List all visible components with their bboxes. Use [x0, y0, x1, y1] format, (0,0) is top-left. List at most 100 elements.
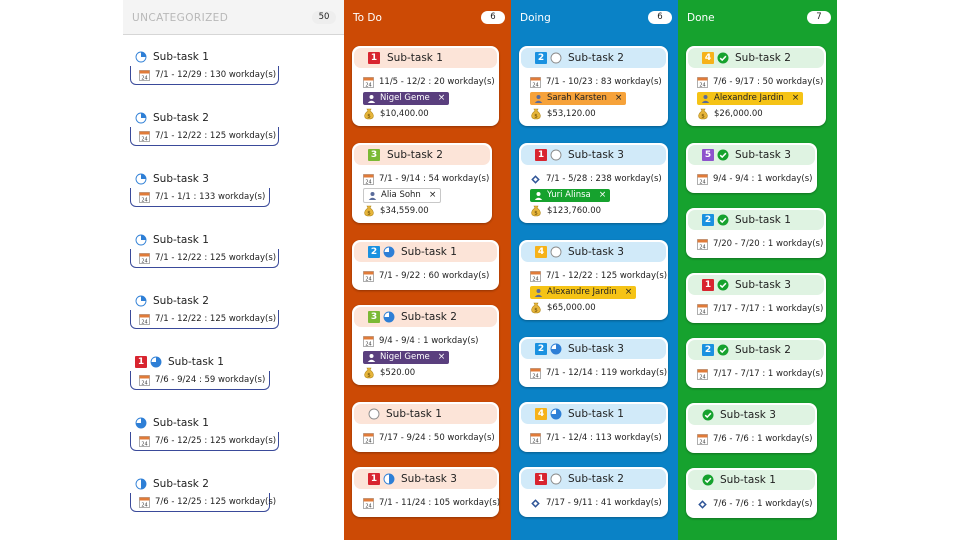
- calendar-day: 24: [365, 276, 371, 282]
- task-dates: 7/1 - 9/22 : 60 workday(s): [379, 271, 490, 281]
- assignee-chip[interactable]: Alia Sohn ×: [363, 187, 442, 203]
- list-item[interactable]: 1 Sub-task 1 24 7/6 - 9/24 : 59 workday(s): [130, 355, 272, 393]
- amount-row: $ $34,559.00: [363, 204, 429, 218]
- calendar-day: 24: [141, 197, 147, 203]
- priority-badge: 4: [535, 408, 547, 420]
- task-dates: 7/20 - 7/20 : 1 workday(s): [713, 239, 824, 249]
- list-item[interactable]: Sub-task 2 24 7/1 - 12/22 : 125 workday(s): [130, 111, 281, 149]
- list-item[interactable]: Sub-task 2 24 7/1 - 12/22 : 125 workday(s): [130, 294, 281, 332]
- column-title: UNCATEGORIZED: [132, 12, 229, 24]
- task-card[interactable]: 5 Sub-task 3 24 9/4 - 9/4 : 1 workday(s): [686, 143, 817, 193]
- task-card[interactable]: 4 Sub-task 3 24 7/1 - 12/22 : 125 workday(s…: [519, 240, 668, 320]
- person-icon: [534, 94, 543, 103]
- calendar-icon: 24: [139, 191, 150, 203]
- assignee-name: Alexandre Jardin: [547, 287, 617, 297]
- task-card[interactable]: 4 Sub-task 2 24 7/6 - 9/17 : 50 workday(s) A…: [686, 46, 826, 126]
- remove-assignee-button[interactable]: ×: [792, 93, 800, 103]
- progress-pie-icon: [135, 417, 147, 429]
- task-card[interactable]: 4 Sub-task 1 24 7/1 - 12/4 : 113 workday(s): [519, 402, 668, 452]
- remove-assignee-button[interactable]: ×: [438, 352, 446, 362]
- task-date-box: 24 7/6 - 9/24 : 59 workday(s): [130, 371, 270, 390]
- calendar-icon: 24: [139, 313, 150, 325]
- priority-badge: 4: [535, 246, 547, 258]
- calendar-icon: 24: [363, 335, 374, 347]
- task-card[interactable]: 1 Sub-task 2 7/17 - 9/11 : 41 workday(s): [519, 467, 668, 517]
- money-bag-icon: $: [530, 205, 542, 217]
- assignee-name: Alia Sohn: [381, 190, 421, 200]
- remove-assignee-button[interactable]: ×: [438, 93, 446, 103]
- date-row: 24 7/1 - 12/22 : 125 workday(s): [530, 269, 667, 283]
- task-title: Sub-task 2: [735, 52, 791, 64]
- remove-assignee-button[interactable]: ×: [615, 93, 623, 103]
- calendar-icon: 24: [139, 496, 150, 508]
- task-card[interactable]: 3 Sub-task 2 24 7/1 - 9/14 : 54 workday(s) A…: [352, 143, 492, 223]
- calendar-icon: 24: [139, 374, 150, 386]
- list-item[interactable]: Sub-task 3 24 7/1 - 1/1 : 133 workday(s): [130, 172, 272, 210]
- priority-badge: 4: [702, 52, 714, 64]
- task-title-row: Sub-task 1: [135, 416, 209, 430]
- task-dates: 7/1 - 9/14 : 54 workday(s): [379, 174, 490, 184]
- task-card[interactable]: 1 Sub-task 1 24 11/5 - 12/2 : 20 workday(s)…: [352, 46, 499, 126]
- card-header: 2 Sub-task 2: [521, 48, 666, 68]
- assignee-chip[interactable]: Nigel Geme ×: [363, 91, 450, 105]
- task-dates: 7/1 - 12/4 : 113 workday(s): [546, 433, 662, 443]
- task-card[interactable]: 2 Sub-task 3 24 7/1 - 12/14 : 119 workday(s…: [519, 337, 668, 387]
- task-title-row: Sub-task 1: [135, 50, 209, 64]
- check-circle-icon: [717, 279, 729, 291]
- calendar-icon: 24: [697, 76, 708, 88]
- assignee-chip[interactable]: Alexandre Jardin ×: [530, 285, 637, 299]
- svg-text:$: $: [367, 372, 371, 378]
- task-dates: 7/1 - 12/22 : 125 workday(s): [155, 314, 277, 324]
- priority-badge: 2: [535, 52, 547, 64]
- task-title: Sub-task 1: [386, 408, 442, 420]
- task-card[interactable]: Sub-task 1 7/6 - 7/6 : 1 workday(s): [686, 468, 817, 518]
- column-header: UNCATEGORIZED 50: [123, 0, 344, 35]
- card-header: 4 Sub-task 1: [521, 404, 666, 424]
- task-dates: 7/6 - 12/25 : 125 workday(s): [155, 436, 277, 446]
- task-title: Sub-task 1: [568, 408, 624, 420]
- date-row: 24 11/5 - 12/2 : 20 workday(s): [363, 75, 495, 89]
- task-dates: 11/5 - 12/2 : 20 workday(s): [379, 77, 495, 87]
- list-item[interactable]: Sub-task 2 24 7/6 - 12/25 : 125 workday(s): [130, 477, 276, 515]
- task-card[interactable]: Sub-task 3 24 7/6 - 7/6 : 1 workday(s): [686, 403, 817, 453]
- column-count-badge: 6: [481, 11, 505, 24]
- progress-pie-icon: [383, 246, 395, 258]
- calendar-day: 24: [141, 319, 147, 325]
- calendar-day: 24: [365, 82, 371, 88]
- assignee-name: Alexandre Jardin: [714, 93, 784, 103]
- assignee-chip[interactable]: Alexandre Jardin ×: [697, 91, 804, 105]
- money-bag-icon: $: [363, 108, 375, 120]
- progress-pie-icon: [550, 343, 562, 355]
- task-dates: 7/1 - 12/29 : 130 workday(s): [155, 70, 277, 80]
- task-card[interactable]: 2 Sub-task 1 24 7/1 - 9/22 : 60 workday(s): [352, 240, 499, 290]
- calendar-day: 24: [141, 136, 147, 142]
- assignee-chip[interactable]: Sarah Karsten ×: [530, 91, 627, 105]
- list-item[interactable]: Sub-task 1 24 7/1 - 12/22 : 125 workday(s): [130, 233, 281, 271]
- kanban-board: UNCATEGORIZED 50 Sub-task 1 24 7/1 - 12/29…: [123, 0, 837, 540]
- task-card[interactable]: 1 Sub-task 3 24 7/17 - 7/17 : 1 workday(s): [686, 273, 826, 323]
- progress-pie-icon: [383, 311, 395, 323]
- remove-assignee-button[interactable]: ×: [625, 287, 633, 297]
- priority-badge: 3: [368, 149, 380, 161]
- task-card[interactable]: Sub-task 1 24 7/17 - 9/24 : 50 workday(s): [352, 402, 499, 452]
- task-title: Sub-task 2: [568, 52, 624, 64]
- calendar-icon: 24: [697, 303, 708, 315]
- assignee-chip[interactable]: Nigel Geme ×: [363, 350, 450, 364]
- assignee-chip[interactable]: Yuri Alinsa ×: [530, 188, 611, 202]
- task-card[interactable]: 2 Sub-task 2 24 7/17 - 7/17 : 1 workday(s): [686, 338, 826, 388]
- task-card[interactable]: 2 Sub-task 2 24 7/1 - 10/23 : 83 workday(s)…: [519, 46, 668, 126]
- calendar-icon: 24: [139, 435, 150, 447]
- list-item[interactable]: Sub-task 1 24 7/6 - 12/25 : 125 workday(s): [130, 416, 281, 454]
- task-card[interactable]: 2 Sub-task 1 24 7/20 - 7/20 : 1 workday(s): [686, 208, 826, 258]
- task-card[interactable]: 1 Sub-task 3 7/1 - 5/28 : 238 workday(s) Yu…: [519, 143, 668, 223]
- list-item[interactable]: Sub-task 1 24 7/1 - 12/29 : 130 workday(s): [130, 50, 281, 88]
- remove-assignee-button[interactable]: ×: [429, 190, 437, 200]
- date-row: 7/17 - 9/11 : 41 workday(s): [530, 496, 662, 510]
- task-title: Sub-task 2: [401, 311, 457, 323]
- remove-assignee-button[interactable]: ×: [599, 190, 607, 200]
- task-card[interactable]: 3 Sub-task 2 24 9/4 - 9/4 : 1 workday(s) Nig…: [352, 305, 499, 385]
- task-dates: 7/6 - 7/6 : 1 workday(s): [713, 499, 813, 509]
- task-card[interactable]: 1 Sub-task 3 24 7/1 - 11/24 : 105 workday(s…: [352, 467, 500, 517]
- column-header: Done 7: [678, 0, 837, 34]
- empty-circle-icon: [550, 473, 562, 485]
